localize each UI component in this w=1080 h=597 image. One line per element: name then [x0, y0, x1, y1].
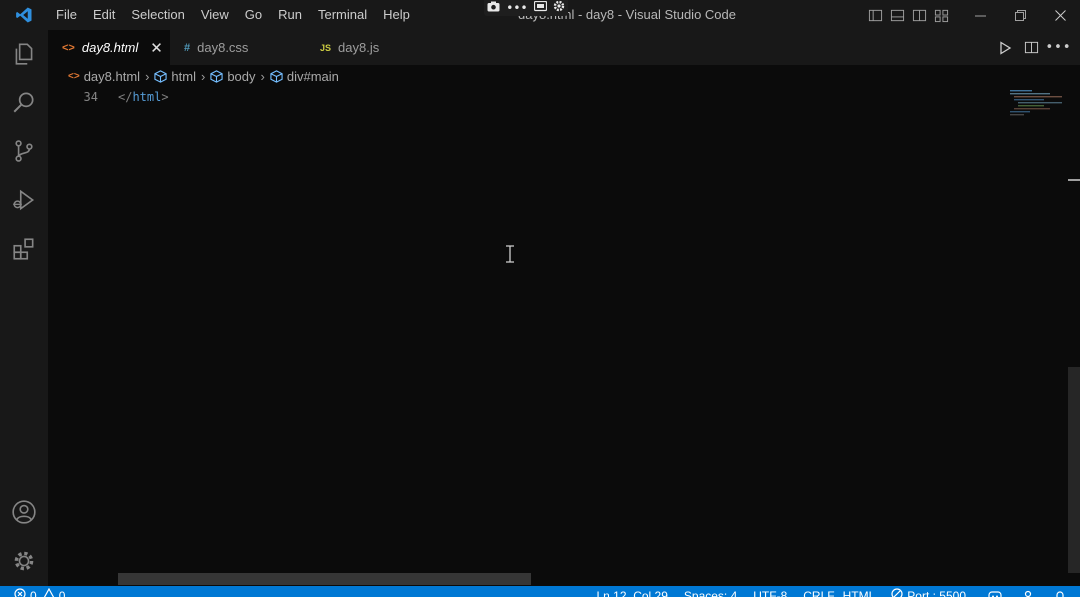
title-bar-controls: [864, 0, 1080, 30]
chevron-right-icon: ›: [145, 68, 150, 84]
split-editor-icon[interactable]: [1018, 30, 1045, 65]
explorer-icon[interactable]: [0, 32, 48, 76]
breadcrumb-html[interactable]: html: [154, 69, 196, 84]
html-file-icon: <>: [62, 41, 75, 54]
menu-selection[interactable]: Selection: [123, 0, 192, 30]
menu-view[interactable]: View: [193, 0, 237, 30]
customize-layout-icon[interactable]: [930, 0, 952, 30]
breadcrumb-div-main[interactable]: div#main: [270, 69, 339, 84]
problems-indicator[interactable]: 0 0: [14, 587, 65, 597]
screen-icon[interactable]: [533, 0, 547, 16]
minimize-icon[interactable]: [960, 0, 1000, 30]
account-icon[interactable]: [1022, 590, 1034, 597]
symbol-element-icon: [270, 69, 283, 83]
html-file-icon: <>: [68, 70, 80, 82]
indentation[interactable]: Spaces: 4: [684, 589, 737, 597]
close-window-icon[interactable]: [1040, 0, 1080, 30]
overview-ruler-cursor: [1068, 179, 1080, 181]
tab-day8-js[interactable]: JS day8.js: [292, 30, 416, 65]
menu-file[interactable]: File: [48, 0, 85, 30]
tab-day8-html[interactable]: <> day8.html ✕: [48, 30, 170, 65]
menu-terminal[interactable]: Terminal: [310, 0, 375, 30]
menu-go[interactable]: Go: [237, 0, 270, 30]
code-editor[interactable]: 34 </html>: [48, 87, 1080, 586]
editor-tab-bar: <> day8.html ✕ # day8.css JS day8.js: [48, 30, 1080, 65]
tab-label: day8.css: [197, 40, 249, 55]
code-line[interactable]: </html>: [118, 90, 169, 104]
toggle-panel-icon[interactable]: [886, 0, 908, 30]
accounts-icon[interactable]: [0, 490, 48, 534]
status-bar: 0 0 Ln 12, Col 29 Spaces: 4 UTF-8 CRLF H…: [0, 586, 1080, 597]
camera-icon[interactable]: [487, 1, 500, 16]
extensions-icon[interactable]: [0, 227, 48, 271]
snipping-toolbar: •••: [484, 0, 568, 16]
source-control-icon[interactable]: [0, 129, 48, 173]
symbol-element-icon: [154, 69, 168, 83]
run-play-icon[interactable]: [991, 30, 1018, 65]
error-icon: [14, 588, 26, 597]
copilot-icon[interactable]: [988, 590, 1002, 597]
activity-bar: [0, 30, 48, 586]
warning-icon: [43, 587, 55, 597]
restore-icon[interactable]: [1000, 0, 1040, 30]
tab-label: day8.html: [81, 40, 139, 55]
menu-run[interactable]: Run: [270, 0, 310, 30]
vscode-logo-icon: [0, 0, 48, 30]
text-cursor-icon: [504, 245, 516, 267]
encoding[interactable]: UTF-8: [753, 589, 787, 597]
vertical-scrollbar-thumb[interactable]: [1068, 367, 1080, 573]
broadcast-icon: [891, 588, 903, 597]
minimap[interactable]: [1004, 87, 1068, 127]
live-server-port[interactable]: Port : 5500: [891, 588, 966, 597]
end-of-line[interactable]: CRLF: [803, 589, 834, 597]
close-icon[interactable]: ✕: [150, 39, 163, 57]
status-bar-left: 0 0: [14, 587, 65, 597]
css-file-icon: #: [184, 41, 191, 54]
gear-icon[interactable]: [553, 0, 565, 16]
more-actions-icon[interactable]: •••: [1045, 30, 1072, 65]
status-bar-right: Ln 12, Col 29 Spaces: 4 UTF-8 CRLF HTML …: [581, 588, 1067, 597]
notifications-bell-icon[interactable]: [1054, 590, 1066, 597]
toggle-primary-sidebar-icon[interactable]: [864, 0, 886, 30]
manage-gear-icon[interactable]: [0, 539, 48, 583]
menu-bar: File Edit Selection View Go Run Terminal…: [48, 0, 418, 30]
tab-label: day8.js: [338, 40, 380, 55]
horizontal-scrollbar-thumb[interactable]: [118, 573, 531, 585]
title-bar: File Edit Selection View Go Run Terminal…: [0, 0, 1080, 30]
chevron-right-icon: ›: [260, 68, 265, 84]
chevron-right-icon: ›: [200, 68, 206, 84]
js-file-icon: JS: [320, 42, 332, 53]
language-mode[interactable]: HTML: [843, 589, 876, 597]
search-icon[interactable]: [0, 80, 48, 124]
breadcrumb-body[interactable]: body: [210, 69, 256, 84]
breadcrumb: <> day8.html › html › body › div#main: [48, 65, 1080, 87]
editor-actions: •••: [991, 30, 1072, 65]
toggle-secondary-sidebar-icon[interactable]: [908, 0, 930, 30]
menu-help[interactable]: Help: [375, 0, 418, 30]
tab-day8-css[interactable]: # day8.css: [170, 30, 292, 65]
breadcrumb-file[interactable]: <> day8.html: [68, 69, 140, 84]
menu-edit[interactable]: Edit: [85, 0, 123, 30]
more-icon[interactable]: •••: [506, 2, 527, 14]
symbol-element-icon: [210, 69, 223, 83]
run-and-debug-icon[interactable]: [0, 178, 48, 222]
line-number: 34: [83, 90, 98, 104]
cursor-position[interactable]: Ln 12, Col 29: [597, 589, 668, 597]
